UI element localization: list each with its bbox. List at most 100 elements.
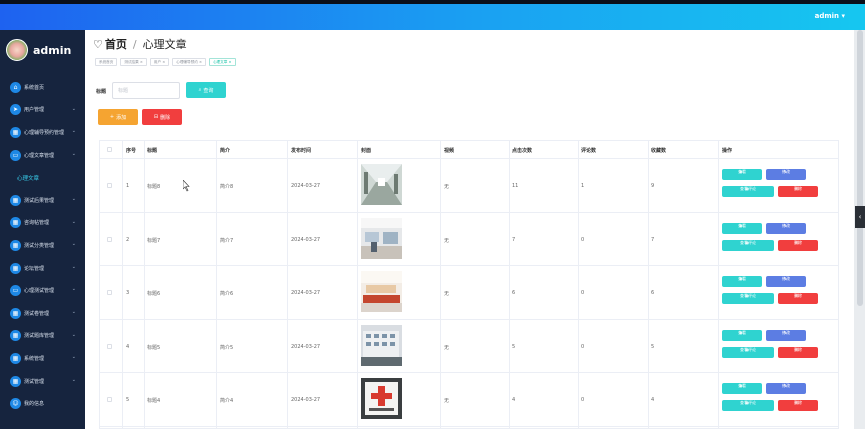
- cell-comments: 0: [581, 343, 585, 350]
- chat-icon: ▭: [10, 149, 21, 161]
- table-row: 2 标题7 简介7 2024-03-27 无 7 0 7 ◉ 查看 ✎ 修改 ◉ 查看评论 ⊟ 删除: [100, 213, 838, 266]
- home-icon: ⌂: [10, 81, 21, 93]
- cell-idx: 5: [126, 397, 130, 403]
- chevron-down-icon: ⌄: [71, 105, 76, 112]
- chevron-down-icon: ⌄: [71, 331, 76, 338]
- view-button[interactable]: ◉ 查看: [722, 222, 762, 234]
- sidebar-item[interactable]: ⌂ 系统首页: [0, 76, 85, 99]
- row-delete-button[interactable]: ⊟ 删除: [778, 239, 818, 251]
- cell-title: 标题5: [147, 344, 161, 351]
- grid-icon: ▦: [10, 330, 21, 342]
- sidebar-item-label: 我的信息: [24, 401, 45, 408]
- sidebar-item[interactable]: ▦ 心理辅导预约管理 ⌄: [0, 121, 85, 144]
- collapse-handle[interactable]: ‹: [855, 206, 865, 228]
- edit-button[interactable]: ✎ 修改: [766, 329, 806, 341]
- view-button[interactable]: ◉ 查看: [722, 383, 762, 394]
- view-comments-button[interactable]: ◉ 查看评论: [722, 346, 774, 358]
- view-comments-button[interactable]: ◉ 查看评论: [722, 400, 774, 411]
- chevron-down-icon: ⌄: [71, 263, 76, 270]
- view-comments-button[interactable]: ◉ 查看评论: [722, 293, 774, 304]
- row-action-label: 查看: [738, 329, 746, 335]
- edit-button[interactable]: ✎ 修改: [766, 383, 806, 394]
- tab-tag[interactable]: 用户 ×: [149, 58, 170, 66]
- sidebar-item-label: 测试管理: [24, 378, 45, 385]
- mouse-cursor-icon: [183, 180, 190, 192]
- sidebar-item-label: 系统首页: [24, 84, 45, 91]
- select-all-checkbox[interactable]: [107, 147, 112, 152]
- row-delete-button[interactable]: ⊟ 删除: [778, 346, 818, 358]
- sidebar-item-label: 用户管理: [24, 107, 45, 114]
- cell-comments: 0: [581, 236, 585, 243]
- sidebar-item[interactable]: ▦ 咨询帖管理 ⌄: [0, 212, 85, 235]
- breadcrumb: ♡ 首页 / 心理文章: [93, 36, 187, 52]
- row-checkbox[interactable]: [107, 290, 112, 295]
- sidebar-item[interactable]: ▭ 心理测试管理 ⌄: [0, 279, 85, 302]
- cell-clicks: 7: [512, 236, 516, 243]
- chat-icon: ▭: [10, 285, 21, 297]
- tab-tag[interactable]: 测试结果 ×: [120, 58, 147, 66]
- sidebar-item[interactable]: ▭ 心理文章管理 ⌄: [0, 144, 85, 167]
- row-checkbox[interactable]: [107, 236, 112, 242]
- sidebar-item-label: 测试后果管理: [24, 197, 55, 204]
- row-checkbox[interactable]: [107, 183, 112, 188]
- column-header: 视频: [444, 148, 455, 154]
- edit-button[interactable]: ✎ 修改: [766, 169, 806, 180]
- tab-tags: 系统首页 测试结果 × 用户 × 心理辅导预约 × 心理文章 ×: [95, 58, 236, 66]
- sidebar-item[interactable]: ▦ 测试题库管理 ⌄: [0, 325, 85, 348]
- sidebar-item-label: 系统管理: [24, 355, 45, 362]
- delete-button[interactable]: ⊟ 删除: [142, 109, 182, 125]
- breadcrumb-home[interactable]: 首页: [105, 36, 127, 52]
- cell-intro: 简介8: [220, 184, 234, 190]
- column-header: 简介: [220, 148, 231, 154]
- chevron-down-icon: ⌄: [71, 354, 76, 361]
- row-delete-button[interactable]: ⊟ 删除: [778, 400, 818, 411]
- sidebar-item[interactable]: ➤ 用户管理 ⌄: [0, 99, 85, 122]
- sidebar-item[interactable]: ▦ 系统管理 ⌄: [0, 347, 85, 370]
- add-button[interactable]: + 添加: [98, 109, 138, 125]
- cell-date: 2024-03-27: [291, 183, 321, 189]
- search-button[interactable]: ⌕ 查询: [186, 82, 226, 98]
- cell-favs: 6: [651, 290, 655, 296]
- row-delete-button[interactable]: ⊟ 删除: [778, 186, 818, 197]
- cell-clicks: 4: [512, 397, 516, 403]
- cell-clicks: 6: [512, 290, 516, 296]
- sidebar-item[interactable]: ▦ 论坛管理 ⌄: [0, 257, 85, 280]
- table-row: 5 标题4 简介4 2024-03-27 无 4 0 4 ◉ 查看 ✎ 修改 ◉ 查看评论 ⊟ 删除: [100, 373, 838, 427]
- sidebar-item[interactable]: ▦ 测试后果管理 ⌄: [0, 189, 85, 212]
- view-button[interactable]: ◉ 查看: [722, 329, 762, 341]
- sidebar-item[interactable]: ☺ 我的信息: [0, 392, 85, 415]
- edit-button[interactable]: ✎ 修改: [766, 222, 806, 234]
- row-checkbox[interactable]: [107, 397, 112, 402]
- brand-name: admin: [33, 44, 72, 57]
- tab-tag[interactable]: 系统首页: [95, 58, 118, 66]
- row-action-label: 删除: [794, 346, 802, 352]
- row-checkbox[interactable]: [107, 343, 112, 349]
- row-action-label: 修改: [782, 169, 790, 174]
- edit-button[interactable]: ✎ 修改: [766, 276, 806, 287]
- top-header: admin ▾: [0, 0, 865, 30]
- view-button[interactable]: ◉ 查看: [722, 169, 762, 180]
- column-header: 序号: [126, 148, 137, 154]
- search-input[interactable]: 标题: [112, 82, 180, 99]
- chevron-down-icon: ⌄: [71, 286, 76, 293]
- tab-tag[interactable]: 心理辅导预约 ×: [172, 58, 206, 66]
- sidebar-item[interactable]: ▦ 测试管理 ⌄: [0, 370, 85, 393]
- breadcrumb-separator: /: [132, 37, 137, 51]
- sidebar-item[interactable]: ▦ 测试卷管理 ⌄: [0, 302, 85, 325]
- row-delete-button[interactable]: ⊟ 删除: [778, 293, 818, 304]
- heart-icon: ♡: [93, 37, 103, 51]
- sidebar-item[interactable]: ▦ 测试分类管理 ⌄: [0, 234, 85, 257]
- cell-intro: 简介6: [220, 291, 234, 297]
- view-comments-button[interactable]: ◉ 查看评论: [722, 186, 774, 197]
- tab-tag[interactable]: 心理文章 ×: [208, 58, 236, 66]
- table-row: 4 标题5 简介5 2024-03-27 无 5 0 5 ◉ 查看 ✎ 修改 ◉ 查看评论 ⊟ 删除: [100, 320, 838, 373]
- sidebar-subitem-article[interactable]: 心理文章: [0, 166, 85, 189]
- delete-button-label: 删除: [160, 114, 171, 121]
- scrollbar[interactable]: [857, 30, 863, 306]
- cell-date: 2024-03-27: [291, 236, 321, 243]
- user-menu[interactable]: admin ▾: [815, 12, 845, 20]
- row-action-label: 查看评论: [740, 186, 756, 191]
- row-action-label: 修改: [782, 222, 790, 228]
- view-comments-button[interactable]: ◉ 查看评论: [722, 239, 774, 251]
- view-button[interactable]: ◉ 查看: [722, 276, 762, 287]
